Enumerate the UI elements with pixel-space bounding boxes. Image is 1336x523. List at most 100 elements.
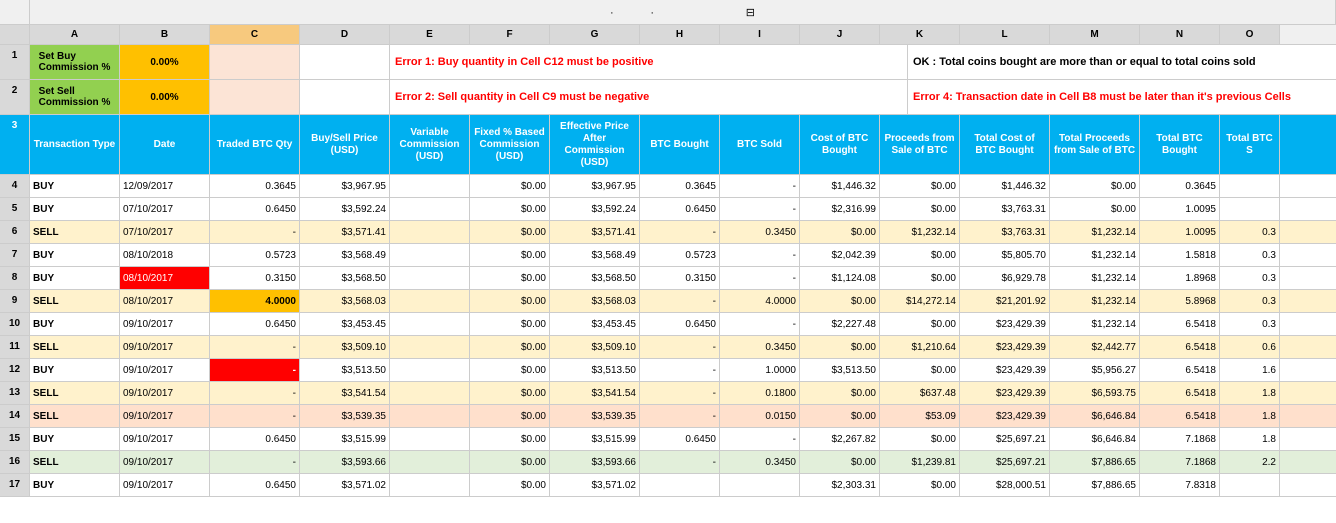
cell-m12[interactable]: $5,956.27	[1050, 359, 1140, 381]
cell-d14[interactable]: $3,539.35	[300, 405, 390, 427]
cell-g12[interactable]: $3,513.50	[550, 359, 640, 381]
cell-n9[interactable]: 5.8968	[1140, 290, 1220, 312]
cell-l9[interactable]: $21,201.92	[960, 290, 1050, 312]
cell-f13[interactable]: $0.00	[470, 382, 550, 404]
cell-m9[interactable]: $1,232.14	[1050, 290, 1140, 312]
cell-h11[interactable]: -	[640, 336, 720, 358]
cell-b13[interactable]: 09/10/2017	[120, 382, 210, 404]
cell-g8[interactable]: $3,568.50	[550, 267, 640, 289]
formula-input[interactable]: · · ⊟	[30, 0, 1336, 24]
cell-n5[interactable]: 1.0095	[1140, 198, 1220, 220]
cell-c8[interactable]: 0.3150	[210, 267, 300, 289]
cell-g9[interactable]: $3,568.03	[550, 290, 640, 312]
cell-e14[interactable]	[390, 405, 470, 427]
col-header-i[interactable]: I	[720, 25, 800, 44]
col-header-j[interactable]: J	[800, 25, 880, 44]
cell-l4[interactable]: $1,446.32	[960, 175, 1050, 197]
cell-a1[interactable]: Set BuyCommission %	[30, 45, 120, 79]
cell-a2[interactable]: Set SellCommission %	[30, 80, 120, 114]
cell-d13[interactable]: $3,541.54	[300, 382, 390, 404]
cell-n12[interactable]: 6.5418	[1140, 359, 1220, 381]
cell-k13[interactable]: $637.48	[880, 382, 960, 404]
cell-m15[interactable]: $6,646.84	[1050, 428, 1140, 450]
cell-j6[interactable]: $0.00	[800, 221, 880, 243]
cell-i14[interactable]: 0.0150	[720, 405, 800, 427]
cell-o11[interactable]: 0.6	[1220, 336, 1280, 358]
cell-m6[interactable]: $1,232.14	[1050, 221, 1140, 243]
cell-m8[interactable]: $1,232.14	[1050, 267, 1140, 289]
cell-l8[interactable]: $6,929.78	[960, 267, 1050, 289]
cell-m5[interactable]: $0.00	[1050, 198, 1140, 220]
cell-i10[interactable]: -	[720, 313, 800, 335]
cell-o15[interactable]: 1.8	[1220, 428, 1280, 450]
col-header-g[interactable]: G	[550, 25, 640, 44]
cell-j12[interactable]: $3,513.50	[800, 359, 880, 381]
cell-k7[interactable]: $0.00	[880, 244, 960, 266]
cell-l5[interactable]: $3,763.31	[960, 198, 1050, 220]
cell-m16[interactable]: $7,886.65	[1050, 451, 1140, 473]
cell-f9[interactable]: $0.00	[470, 290, 550, 312]
cell-j9[interactable]: $0.00	[800, 290, 880, 312]
cell-h7[interactable]: 0.5723	[640, 244, 720, 266]
cell-a13[interactable]: SELL	[30, 382, 120, 404]
cell-o10[interactable]: 0.3	[1220, 313, 1280, 335]
cell-n11[interactable]: 6.5418	[1140, 336, 1220, 358]
cell-j10[interactable]: $2,227.48	[800, 313, 880, 335]
cell-f12[interactable]: $0.00	[470, 359, 550, 381]
cell-h13[interactable]: -	[640, 382, 720, 404]
cell-n7[interactable]: 1.5818	[1140, 244, 1220, 266]
cell-o13[interactable]: 1.8	[1220, 382, 1280, 404]
cell-f7[interactable]: $0.00	[470, 244, 550, 266]
cell-g7[interactable]: $3,568.49	[550, 244, 640, 266]
cell-b4[interactable]: 12/09/2017	[120, 175, 210, 197]
cell-h6[interactable]: -	[640, 221, 720, 243]
cell-b8[interactable]: 08/10/2017	[120, 267, 210, 289]
cell-f10[interactable]: $0.00	[470, 313, 550, 335]
cell-n10[interactable]: 6.5418	[1140, 313, 1220, 335]
cell-f17[interactable]: $0.00	[470, 474, 550, 496]
cell-i6[interactable]: 0.3450	[720, 221, 800, 243]
cell-f5[interactable]: $0.00	[470, 198, 550, 220]
cell-a8[interactable]: BUY	[30, 267, 120, 289]
cell-c9[interactable]: 4.0000	[210, 290, 300, 312]
cell-f8[interactable]: $0.00	[470, 267, 550, 289]
cell-g5[interactable]: $3,592.24	[550, 198, 640, 220]
cell-g10[interactable]: $3,453.45	[550, 313, 640, 335]
cell-n4[interactable]: 0.3645	[1140, 175, 1220, 197]
cell-f15[interactable]: $0.00	[470, 428, 550, 450]
cell-e9[interactable]	[390, 290, 470, 312]
cell-d5[interactable]: $3,592.24	[300, 198, 390, 220]
cell-c7[interactable]: 0.5723	[210, 244, 300, 266]
col-header-a[interactable]: A	[30, 25, 120, 44]
cell-e16[interactable]	[390, 451, 470, 473]
cell-b16[interactable]: 09/10/2017	[120, 451, 210, 473]
cell-e13[interactable]	[390, 382, 470, 404]
cell-d4[interactable]: $3,967.95	[300, 175, 390, 197]
cell-a9[interactable]: SELL	[30, 290, 120, 312]
cell-f4[interactable]: $0.00	[470, 175, 550, 197]
cell-d9[interactable]: $3,568.03	[300, 290, 390, 312]
cell-e8[interactable]	[390, 267, 470, 289]
cell-g4[interactable]: $3,967.95	[550, 175, 640, 197]
cell-i9[interactable]: 4.0000	[720, 290, 800, 312]
cell-b2[interactable]: 0.00%	[120, 80, 210, 114]
cell-d15[interactable]: $3,515.99	[300, 428, 390, 450]
cell-a10[interactable]: BUY	[30, 313, 120, 335]
cell-c11[interactable]: -	[210, 336, 300, 358]
cell-o7[interactable]: 0.3	[1220, 244, 1280, 266]
cell-j16[interactable]: $0.00	[800, 451, 880, 473]
cell-h9[interactable]: -	[640, 290, 720, 312]
cell-e10[interactable]	[390, 313, 470, 335]
cell-o8[interactable]: 0.3	[1220, 267, 1280, 289]
cell-m17[interactable]: $7,886.65	[1050, 474, 1140, 496]
cell-m7[interactable]: $1,232.14	[1050, 244, 1140, 266]
cell-i13[interactable]: 0.1800	[720, 382, 800, 404]
cell-o14[interactable]: 1.8	[1220, 405, 1280, 427]
cell-n16[interactable]: 7.1868	[1140, 451, 1220, 473]
cell-l13[interactable]: $23,429.39	[960, 382, 1050, 404]
cell-n8[interactable]: 1.8968	[1140, 267, 1220, 289]
cell-e6[interactable]	[390, 221, 470, 243]
cell-d10[interactable]: $3,453.45	[300, 313, 390, 335]
cell-b6[interactable]: 07/10/2017	[120, 221, 210, 243]
cell-a5[interactable]: BUY	[30, 198, 120, 220]
